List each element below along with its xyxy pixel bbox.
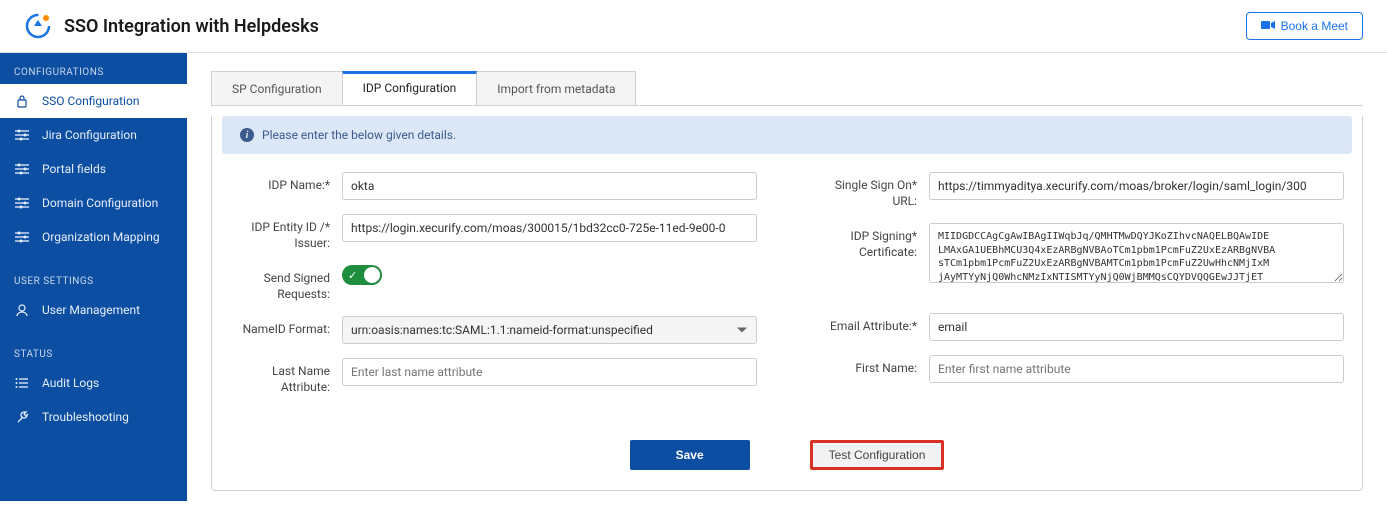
label-sso-url: Single Sign On* URL: <box>817 172 917 209</box>
sidebar-item-audit-logs[interactable]: Audit Logs <box>0 366 187 400</box>
row-idp-name: IDP Name:* <box>230 172 757 200</box>
sidebar-item-sso-configuration[interactable]: SSO Configuration <box>0 84 187 118</box>
book-meet-button[interactable]: Book a Meet <box>1246 12 1363 40</box>
sidebar-item-label: Domain Configuration <box>42 196 158 210</box>
row-last-name: Last Name Attribute: <box>230 358 757 395</box>
label-last-name: Last Name Attribute: <box>230 358 330 395</box>
control-idp-entity <box>342 214 757 242</box>
sso-url-input[interactable] <box>929 172 1344 200</box>
sidebar-item-label: User Management <box>42 303 140 317</box>
main-layout: CONFIGURATIONS SSO Configuration Jira Co… <box>0 53 1387 501</box>
control-send-signed <box>342 265 757 285</box>
info-icon: i <box>240 128 254 142</box>
test-configuration-button[interactable]: Test Configuration <box>810 440 945 470</box>
header-left: SSO Integration with Helpdesks <box>24 12 319 40</box>
section-label: CONFIGURATIONS <box>0 59 187 84</box>
wrench-icon <box>14 409 30 425</box>
sidebar-item-portal-fields[interactable]: Portal fields <box>0 152 187 186</box>
sidebar-item-user-management[interactable]: User Management <box>0 293 187 327</box>
sidebar-item-domain-configuration[interactable]: Domain Configuration <box>0 186 187 220</box>
tab-sp-configuration[interactable]: SP Configuration <box>211 71 343 105</box>
idp-entity-input[interactable] <box>342 214 757 242</box>
sidebar-item-label: Audit Logs <box>42 376 99 390</box>
section-label: STATUS <box>0 341 187 366</box>
info-text: Please enter the below given details. <box>262 128 456 142</box>
sidebar-item-label: Jira Configuration <box>42 128 137 142</box>
config-panel: i Please enter the below given details. … <box>211 116 1363 491</box>
row-email: Email Attribute:* <box>817 313 1344 341</box>
control-email <box>929 313 1344 341</box>
label-nameid: NameID Format: <box>230 316 330 338</box>
settings-icon <box>14 127 30 143</box>
settings-icon <box>14 161 30 177</box>
row-sso-url: Single Sign On* URL: <box>817 172 1344 209</box>
sidebar-item-label: Organization Mapping <box>42 230 160 244</box>
control-last-name <box>342 358 757 386</box>
section-label: USER SETTINGS <box>0 268 187 293</box>
app-logo-icon <box>24 12 52 40</box>
lock-icon <box>14 93 30 109</box>
settings-icon <box>14 195 30 211</box>
first-name-input[interactable] <box>929 355 1344 383</box>
row-idp-signing: IDP Signing* Certificate: MIIDGDCCAgCgAw… <box>817 223 1344 287</box>
row-nameid: NameID Format: urn:oasis:names:tc:SAML:1… <box>230 316 757 344</box>
control-idp-signing: MIIDGDCCAgCgAwIBAgIIWqbJq/QMHTMwDQYJKoZI… <box>929 223 1344 287</box>
sidebar-item-troubleshooting[interactable]: Troubleshooting <box>0 400 187 434</box>
email-input[interactable] <box>929 313 1344 341</box>
book-meet-label: Book a Meet <box>1281 19 1348 33</box>
idp-signing-textarea[interactable]: MIIDGDCCAgCgAwIBAgIIWqbJq/QMHTMwDQYJKoZI… <box>929 223 1344 283</box>
main-content: SP Configuration IDP Configuration Impor… <box>187 53 1387 501</box>
row-send-signed: Send Signed Requests: <box>230 265 757 302</box>
idp-name-input[interactable] <box>342 172 757 200</box>
sidebar-item-label: Troubleshooting <box>42 410 129 424</box>
sidebar-item-jira-configuration[interactable]: Jira Configuration <box>0 118 187 152</box>
row-idp-entity: IDP Entity ID /* Issuer: <box>230 214 757 251</box>
label-send-signed: Send Signed Requests: <box>230 265 330 302</box>
sidebar-item-label: Portal fields <box>42 162 106 176</box>
video-icon <box>1261 19 1275 33</box>
control-sso-url <box>929 172 1344 200</box>
settings-icon <box>14 229 30 245</box>
form-right-column: Single Sign On* URL: IDP Signing* Certif… <box>817 172 1344 410</box>
form-left-column: IDP Name:* IDP Entity ID /* Issuer: Send… <box>230 172 757 410</box>
control-idp-name <box>342 172 757 200</box>
save-button[interactable]: Save <box>630 440 750 470</box>
row-first-name: First Name: <box>817 355 1344 383</box>
label-first-name: First Name: <box>817 355 917 377</box>
action-row: Save Test Configuration <box>212 440 1362 470</box>
control-first-name <box>929 355 1344 383</box>
tab-bar: SP Configuration IDP Configuration Impor… <box>211 71 1363 106</box>
label-email: Email Attribute:* <box>817 313 917 335</box>
form-grid: IDP Name:* IDP Entity ID /* Issuer: Send… <box>212 172 1362 410</box>
send-signed-toggle[interactable] <box>342 265 382 285</box>
user-icon <box>14 302 30 318</box>
info-banner: i Please enter the below given details. <box>222 116 1352 154</box>
page-title: SSO Integration with Helpdesks <box>64 16 319 37</box>
nameid-select[interactable]: urn:oasis:names:tc:SAML:1.1:nameid-forma… <box>342 316 757 344</box>
control-nameid: urn:oasis:names:tc:SAML:1.1:nameid-forma… <box>342 316 757 344</box>
label-idp-entity: IDP Entity ID /* Issuer: <box>230 214 330 251</box>
last-name-input[interactable] <box>342 358 757 386</box>
sidebar-item-label: SSO Configuration <box>42 94 139 108</box>
tab-import-metadata[interactable]: Import from metadata <box>476 71 636 105</box>
page-header: SSO Integration with Helpdesks Book a Me… <box>0 0 1387 53</box>
sidebar: CONFIGURATIONS SSO Configuration Jira Co… <box>0 53 187 501</box>
label-idp-signing: IDP Signing* Certificate: <box>817 223 917 260</box>
label-idp-name: IDP Name:* <box>230 172 330 194</box>
list-icon <box>14 375 30 391</box>
tab-idp-configuration[interactable]: IDP Configuration <box>342 71 478 105</box>
sidebar-item-organization-mapping[interactable]: Organization Mapping <box>0 220 187 254</box>
